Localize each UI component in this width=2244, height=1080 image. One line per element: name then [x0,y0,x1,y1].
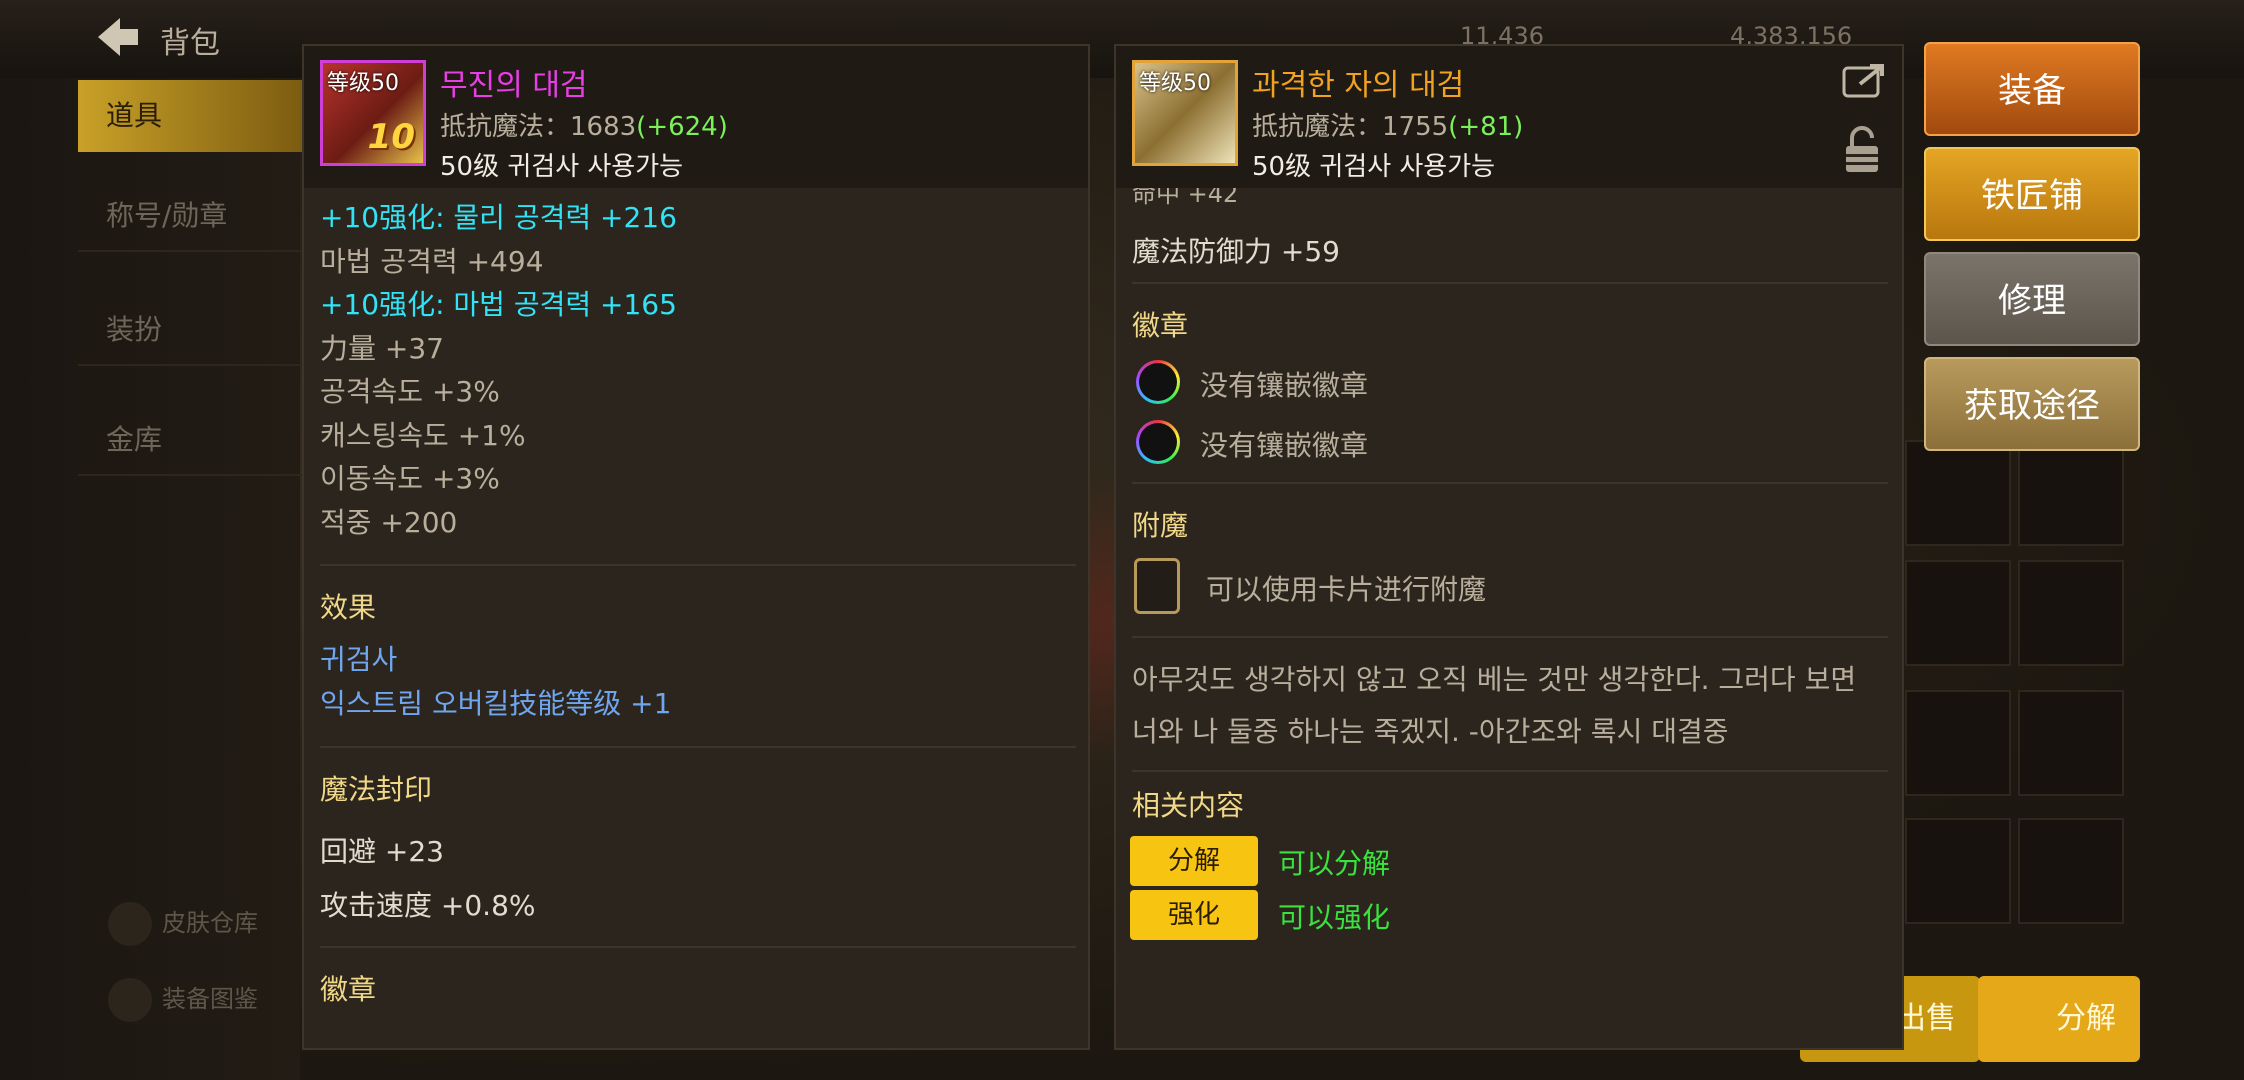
enhance-button[interactable]: 强化 [1130,890,1258,940]
disassemble-button[interactable]: 分解 [1130,836,1258,886]
item-level-badge: 等级50 [1139,71,1211,96]
inventory-slot[interactable] [2018,818,2124,924]
codex-icon [108,978,152,1022]
equip-button[interactable]: 装备 [1924,42,2140,136]
storage-icon [108,902,152,946]
badge-header: 徽章 [320,973,377,1006]
page-title: 背包 [160,26,220,61]
stat-line: 마법 공격력 +494 [320,245,544,278]
effect-header: 效果 [320,591,377,624]
seal-line: 回避 +23 [320,835,444,868]
divider [1132,636,1888,638]
item-name: 과격한 자의 대검 [1252,68,1465,103]
back-arrow-icon[interactable] [92,14,152,64]
item-header: 等级50 10 무진의 대검 抵抗魔法：1683(+624) 50级 귀검사 사… [304,46,1088,188]
divider [320,946,1076,948]
magic-defense: 魔法防御力 +59 [1132,235,1340,268]
stat-line: 이동속도 +3% [320,462,500,495]
item-icon-sword: 等级50 10 [320,60,426,166]
item-icon-sword: 等级50 [1132,60,1238,166]
item-header: 等级50 과격한 자의 대검 抵抗魔法：1755(+81) 50级 귀검사 사용… [1116,46,1902,188]
divider [320,564,1076,566]
effect-line: 귀검사 [320,643,398,676]
item-description-line: 너와 나 둘중 하나는 죽겠지. -아간조와 록시 대결중 [1132,715,1729,748]
badge-header: 徽章 [1132,309,1189,342]
divider [1132,482,1888,484]
item-resist: 抵抗魔法：1755(+81) [1252,112,1524,142]
blacksmith-button[interactable]: 铁匠铺 [1924,147,2140,241]
enhance-level: 10 [367,117,415,157]
related-text: 可以分解 [1278,847,1391,880]
inventory-slot[interactable] [1905,690,2011,796]
divider [1132,282,1888,284]
related-header: 相关内容 [1132,789,1245,822]
empty-badge-socket-icon [1136,360,1180,404]
equipped-item-tooltip: 等级50 10 무진의 대검 抵抗魔法：1683(+624) 50级 귀검사 사… [302,44,1090,1050]
obtain-method-button[interactable]: 获取途径 [1924,357,2140,451]
badge-slot-text: 没有镶嵌徽章 [1200,369,1369,402]
stat-line: +10强化: 마법 공격력 +165 [320,288,677,321]
left-nav: 道具 称号/勋章 装扮 金库 皮肤仓库 装备图鉴 [0,78,308,1080]
inventory-slot[interactable] [2018,440,2124,546]
stat-line: 캐스팅속도 +1% [320,419,526,452]
nav-item-titles[interactable]: 称号/勋章 [78,180,308,252]
item-resist: 抵抗魔法：1683(+624) [440,112,728,142]
nav-equipment-codex[interactable]: 装备图鉴 [108,978,258,1022]
inventory-slot[interactable] [1905,818,2011,924]
stat-line: +10强化: 물리 공격력 +216 [320,201,677,234]
enchant-card-slot[interactable] [1134,558,1180,614]
stat-line: 力量 +37 [320,332,444,365]
stat-line: 적중 +200 [320,506,458,539]
stat-line: 공격속도 +3% [320,375,500,408]
inventory-slot[interactable] [2018,560,2124,666]
badge-slot-text: 没有镶嵌徽章 [1200,429,1369,462]
inventory-slot[interactable] [1905,560,2011,666]
effect-line: 익스트림 오버킬技能等级 +1 [320,687,672,720]
item-name: 무진의 대검 [440,68,588,103]
divider [320,746,1076,748]
divider [1132,770,1888,772]
enchant-header: 附魔 [1132,509,1189,542]
nav-item-items[interactable]: 道具 [78,80,308,152]
repair-button[interactable]: 修理 [1924,252,2140,346]
item-level-badge: 等级50 [327,71,399,96]
nav-item-avatar[interactable]: 装扮 [78,294,308,366]
disassemble-bottom-button[interactable]: 分解 [1978,976,2140,1062]
item-requirement: 50级 귀검사 사용가능 [1252,152,1496,182]
nav-item-vault[interactable]: 金库 [78,404,308,476]
empty-badge-socket-icon [1136,420,1180,464]
item-description-line: 아무것도 생각하지 않고 오직 베는 것만 생각한다. 그러다 보면 [1132,663,1857,696]
compared-item-tooltip: 命中 +42 等级50 과격한 자의 대검 抵抗魔法：1755(+81) 50级… [1114,44,1904,1050]
inventory-slot[interactable] [2018,690,2124,796]
seal-header: 魔法封印 [320,773,433,806]
inventory-slot[interactable] [1905,440,2011,546]
nav-skin-storage[interactable]: 皮肤仓库 [108,902,258,946]
lock-icon[interactable] [1842,124,1882,174]
enchant-text: 可以使用卡片进行附魔 [1206,573,1487,606]
seal-line: 攻击速度 +0.8% [320,889,536,922]
share-icon[interactable] [1842,62,1886,98]
related-text: 可以强化 [1278,901,1391,934]
item-requirement: 50级 귀검사 사용가능 [440,152,684,182]
